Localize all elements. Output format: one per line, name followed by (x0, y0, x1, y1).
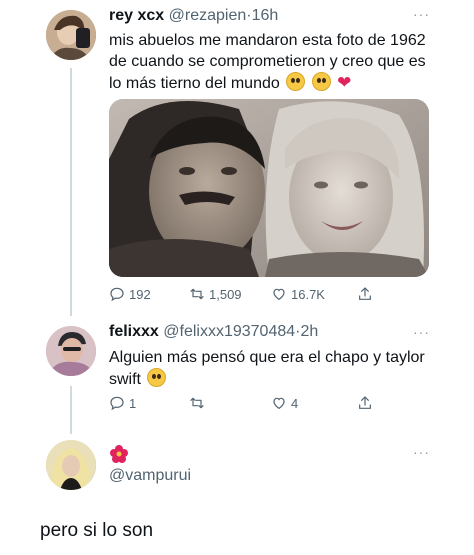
share-icon (357, 395, 373, 411)
tweet-actions: 1 4 (109, 395, 389, 415)
tweet-header: rey xcx @rezapien·16h (109, 6, 278, 26)
like-button[interactable]: 16.7K (271, 286, 325, 302)
user-handle[interactable]: @vampurui (109, 467, 191, 485)
like-count: 16.7K (291, 286, 325, 302)
reply-button[interactable]: 192 (109, 286, 151, 302)
reply-icon (109, 395, 125, 411)
tweet-actions: 192 1,509 16.7K (109, 286, 389, 306)
heart-icon (271, 286, 287, 302)
pleading-face-emoji (311, 72, 331, 91)
display-name[interactable]: felixxx (109, 323, 159, 340)
timestamp[interactable]: 16h (252, 7, 279, 24)
more-icon[interactable]: ··· (413, 6, 430, 22)
red-heart-emoji: ❤ (337, 73, 352, 92)
tweet-header: felixxx @felixxx19370484·2h (109, 322, 318, 342)
meme-caption: pero si lo son (40, 520, 154, 541)
more-icon[interactable]: ··· (413, 444, 430, 460)
retweet-button[interactable] (189, 395, 209, 411)
retweet-button[interactable]: 1,509 (189, 286, 242, 302)
tweet-text: Alguien más pensó que era el chapo y tay… (109, 347, 429, 390)
user-handle[interactable]: @felixxx19370484 (163, 323, 295, 340)
retweet-icon (189, 395, 205, 411)
heart-icon (271, 395, 287, 411)
tweet-text: mis abuelos me mandaron esta foto de 196… (109, 30, 439, 94)
share-button[interactable] (357, 395, 373, 411)
reply-count: 192 (129, 286, 151, 302)
retweet-icon (189, 286, 205, 302)
reply-icon (109, 286, 125, 302)
display-name[interactable]: rey xcx (109, 7, 164, 24)
user-handle[interactable]: @rezapien (169, 7, 247, 24)
tweet-rezapien[interactable]: rey xcx @rezapien·16h ··· mis abuelos me… (0, 0, 474, 316)
retweet-count: 1,509 (209, 286, 242, 302)
pleading-face-emoji (286, 72, 306, 91)
timestamp[interactable]: 2h (300, 323, 318, 340)
reply-count: 1 (129, 395, 137, 411)
tweet-photo[interactable] (109, 99, 429, 277)
reply-button[interactable]: 1 (109, 395, 136, 411)
astonished-face-emoji (147, 368, 167, 387)
flower-emoji (109, 444, 129, 464)
share-button[interactable] (357, 286, 373, 302)
share-icon (357, 286, 373, 302)
like-count: 4 (291, 395, 299, 411)
avatar[interactable] (46, 440, 96, 490)
tweet-text-body: mis abuelos me mandaron esta foto de 196… (109, 32, 426, 92)
avatar[interactable] (46, 326, 96, 376)
avatar[interactable] (46, 10, 96, 60)
like-button[interactable]: 4 (271, 395, 298, 411)
more-icon[interactable]: ··· (413, 324, 430, 340)
